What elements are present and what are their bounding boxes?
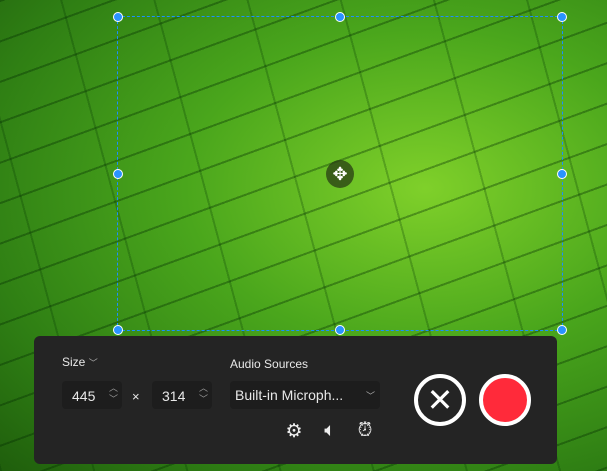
settings-gear-icon[interactable]: ⚙	[282, 420, 306, 444]
resize-handle-left[interactable]	[113, 168, 123, 179]
size-label: Size	[62, 355, 86, 369]
resize-handle-bottom-right[interactable]	[557, 325, 567, 335]
audio-source-select[interactable]: Built-in Microph... ﹀	[230, 381, 380, 409]
cancel-button[interactable]: ✕	[414, 374, 466, 426]
stepper-arrows-icon[interactable]: ︿ ﹀	[109, 383, 118, 405]
move-icon[interactable]: ✥	[326, 160, 354, 188]
resize-handle-bottom[interactable]	[335, 325, 345, 335]
record-button[interactable]	[479, 374, 531, 426]
chevron-down-icon: ﹀	[365, 391, 375, 401]
resize-handle-top-right[interactable]	[557, 12, 567, 22]
height-stepper[interactable]: 314 ︿ ﹀	[152, 381, 212, 409]
width-stepper[interactable]: 445 ︿ ﹀	[62, 381, 122, 409]
close-icon: ✕	[426, 382, 454, 418]
resize-handle-top[interactable]	[335, 12, 345, 22]
resize-handle-bottom-left[interactable]	[113, 325, 123, 335]
width-value[interactable]: 445	[72, 388, 95, 404]
recording-toolbar: Size ﹀ 445 ︿ ﹀ × 314 ︿ ﹀ Audio Sources Built…	[34, 336, 557, 464]
alarm-clock-timer-icon[interactable]: ⏰︎	[353, 420, 377, 444]
resize-handle-top-left[interactable]	[113, 12, 123, 22]
times-symbol: ×	[132, 389, 140, 404]
audio-source-value: Built-in Microph...	[235, 387, 344, 403]
audio-sources-label: Audio Sources	[230, 357, 309, 371]
speaker-icon[interactable]: 🔈︎	[318, 420, 342, 444]
resize-handle-right[interactable]	[557, 168, 567, 179]
height-value[interactable]: 314	[162, 388, 185, 404]
size-dropdown[interactable]: Size ﹀	[62, 355, 98, 369]
stepper-arrows-icon[interactable]: ︿ ﹀	[199, 383, 208, 405]
chevron-down-icon: ﹀	[88, 358, 98, 368]
